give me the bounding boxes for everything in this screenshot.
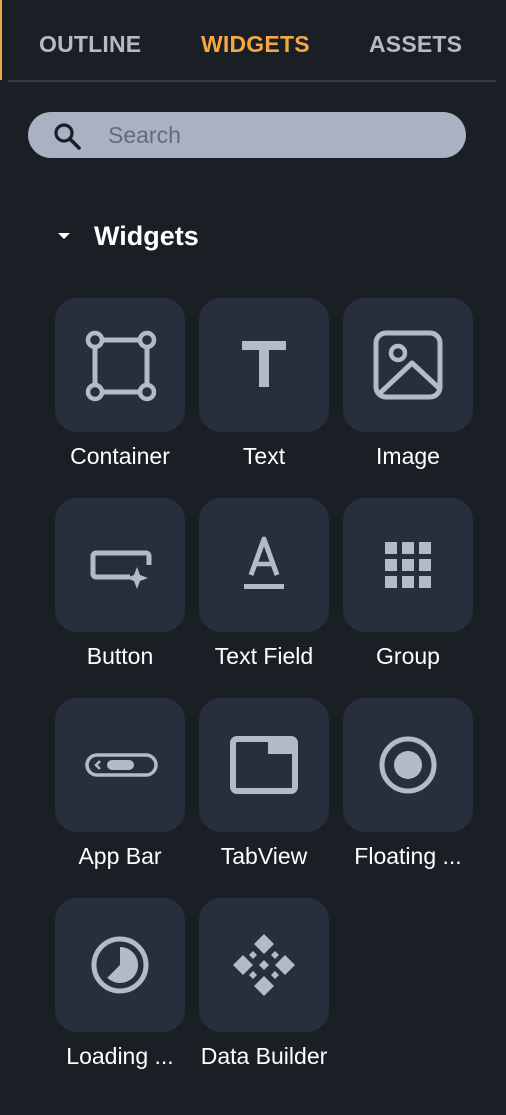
tab-assets[interactable]: ASSETS — [369, 0, 462, 82]
widget-label-data-builder: Data Builder — [200, 1043, 328, 1069]
group-icon — [385, 542, 431, 588]
widget-tile-text-field[interactable] — [199, 498, 329, 632]
widget-tile-floating-action-button[interactable] — [343, 698, 473, 832]
data-builder-icon — [233, 934, 295, 996]
widget-label-button: Button — [86, 643, 154, 669]
widget-label-group: Group — [376, 643, 440, 669]
image-icon — [373, 330, 443, 400]
widget-tile-container[interactable] — [55, 298, 185, 432]
caret-down-icon[interactable] — [56, 228, 72, 244]
search-icon[interactable] — [52, 121, 82, 151]
widget-tile-app-bar[interactable] — [55, 698, 185, 832]
tabview-icon — [230, 736, 298, 794]
widget-tile-tabview[interactable] — [199, 698, 329, 832]
widget-tile-image[interactable] — [343, 298, 473, 432]
search-bar — [28, 112, 466, 158]
widget-tile-loading[interactable] — [55, 898, 185, 1032]
text-field-icon — [244, 536, 284, 589]
widget-label-image: Image — [376, 443, 440, 469]
section-title: Widgets — [94, 220, 199, 251]
active-panel-indicator — [0, 0, 2, 80]
widget-label-text-field: Text Field — [214, 643, 314, 669]
widget-tile-group[interactable] — [343, 498, 473, 632]
widget-tile-data-builder[interactable] — [199, 898, 329, 1032]
widget-label-floating-action-button: Floating ... — [354, 843, 462, 869]
widget-tile-button[interactable] — [55, 498, 185, 632]
button-icon — [90, 550, 152, 589]
widget-label-app-bar: App Bar — [78, 843, 162, 869]
widgets-section-header[interactable]: Widgets — [56, 214, 199, 258]
panel-tabs: OUTLINE WIDGETS ASSETS — [8, 0, 496, 82]
widget-label-tabview: TabView — [220, 843, 308, 869]
widget-label-loading: Loading ... — [66, 1043, 174, 1069]
search-input[interactable] — [108, 112, 448, 158]
widget-tile-text[interactable] — [199, 298, 329, 432]
text-icon — [242, 341, 286, 387]
tab-outline[interactable]: OUTLINE — [39, 0, 141, 82]
widget-label-container: Container — [70, 443, 170, 469]
app-bar-icon — [85, 753, 158, 777]
widget-label-text: Text — [242, 443, 286, 469]
container-icon — [85, 330, 157, 402]
loading-icon — [91, 936, 149, 994]
floating-action-button-icon — [379, 736, 437, 794]
tab-widgets[interactable]: WIDGETS — [201, 0, 310, 82]
